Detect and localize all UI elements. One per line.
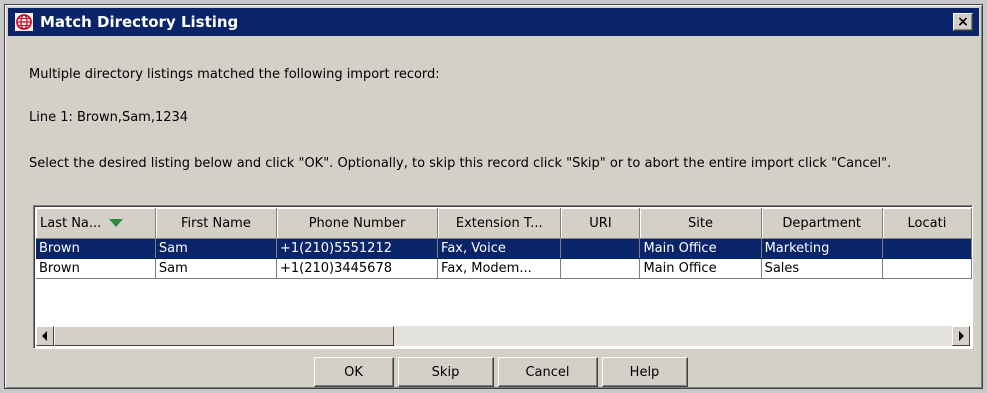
cell-last-name: Brown: [36, 238, 156, 259]
column-header-uri[interactable]: URI: [560, 208, 641, 239]
scroll-left-button[interactable]: [36, 326, 54, 346]
sort-descending-icon: [109, 219, 124, 227]
cell-location: [882, 238, 972, 259]
cell-phone-number: +1(210)3445678: [276, 258, 439, 279]
scroll-right-button[interactable]: [952, 326, 970, 346]
match-message: Multiple directory listings matched the …: [29, 67, 440, 82]
column-header-department[interactable]: Department: [761, 208, 883, 239]
cell-site: Main Office: [639, 258, 762, 279]
button-row: OK Skip Cancel Help: [5, 357, 982, 387]
cell-extension-type: Fax, Voice: [437, 238, 562, 259]
cell-phone-number: +1(210)5551212: [276, 238, 439, 259]
arrow-left-icon: [42, 331, 47, 341]
column-header-extension-type[interactable]: Extension T...: [437, 208, 562, 239]
arrow-right-icon: [959, 331, 964, 341]
column-header-first-name[interactable]: First Name: [155, 208, 277, 239]
cell-department: Sales: [761, 258, 883, 279]
close-icon[interactable]: ×: [953, 13, 973, 31]
window-title: Match Directory Listing: [40, 13, 239, 31]
cell-last-name: Brown: [36, 258, 156, 279]
column-header-site[interactable]: Site: [639, 208, 762, 239]
cell-site: Main Office: [639, 238, 762, 259]
table-header-row: Last Na... First Name Phone Number Exten…: [36, 208, 972, 239]
cell-location: [882, 258, 972, 279]
cell-uri: [560, 238, 641, 259]
scrollbar-thumb[interactable]: [54, 326, 394, 346]
help-button[interactable]: Help: [601, 357, 688, 387]
cell-department: Marketing: [761, 238, 883, 259]
cell-extension-type: Fax, Modem...: [437, 258, 562, 279]
horizontal-scrollbar[interactable]: [36, 326, 970, 346]
table-row[interactable]: Brown Sam +1(210)5551212 Fax, Voice Main…: [36, 238, 972, 259]
import-record-text: Line 1: Brown,Sam,1234: [29, 110, 189, 125]
title-bar[interactable]: Match Directory Listing ×: [8, 8, 979, 36]
instructions-text: Select the desired listing below and cli…: [29, 156, 892, 171]
cancel-button[interactable]: Cancel: [497, 357, 598, 387]
cell-uri: [560, 258, 641, 279]
match-directory-dialog: Match Directory Listing × Multiple direc…: [4, 4, 983, 389]
table-row[interactable]: Brown Sam +1(210)3445678 Fax, Modem... M…: [36, 258, 972, 279]
ok-button[interactable]: OK: [313, 357, 394, 387]
cell-first-name: Sam: [155, 238, 277, 259]
globe-icon: [14, 12, 34, 32]
listings-table[interactable]: Last Na... First Name Phone Number Exten…: [33, 205, 973, 349]
cell-first-name: Sam: [155, 258, 277, 279]
column-header-location[interactable]: Locati: [882, 208, 972, 239]
column-header-phone-number[interactable]: Phone Number: [276, 208, 439, 239]
column-header-last-name[interactable]: Last Na...: [36, 208, 156, 239]
skip-button[interactable]: Skip: [397, 357, 494, 387]
column-label: Last Na...: [40, 215, 102, 231]
